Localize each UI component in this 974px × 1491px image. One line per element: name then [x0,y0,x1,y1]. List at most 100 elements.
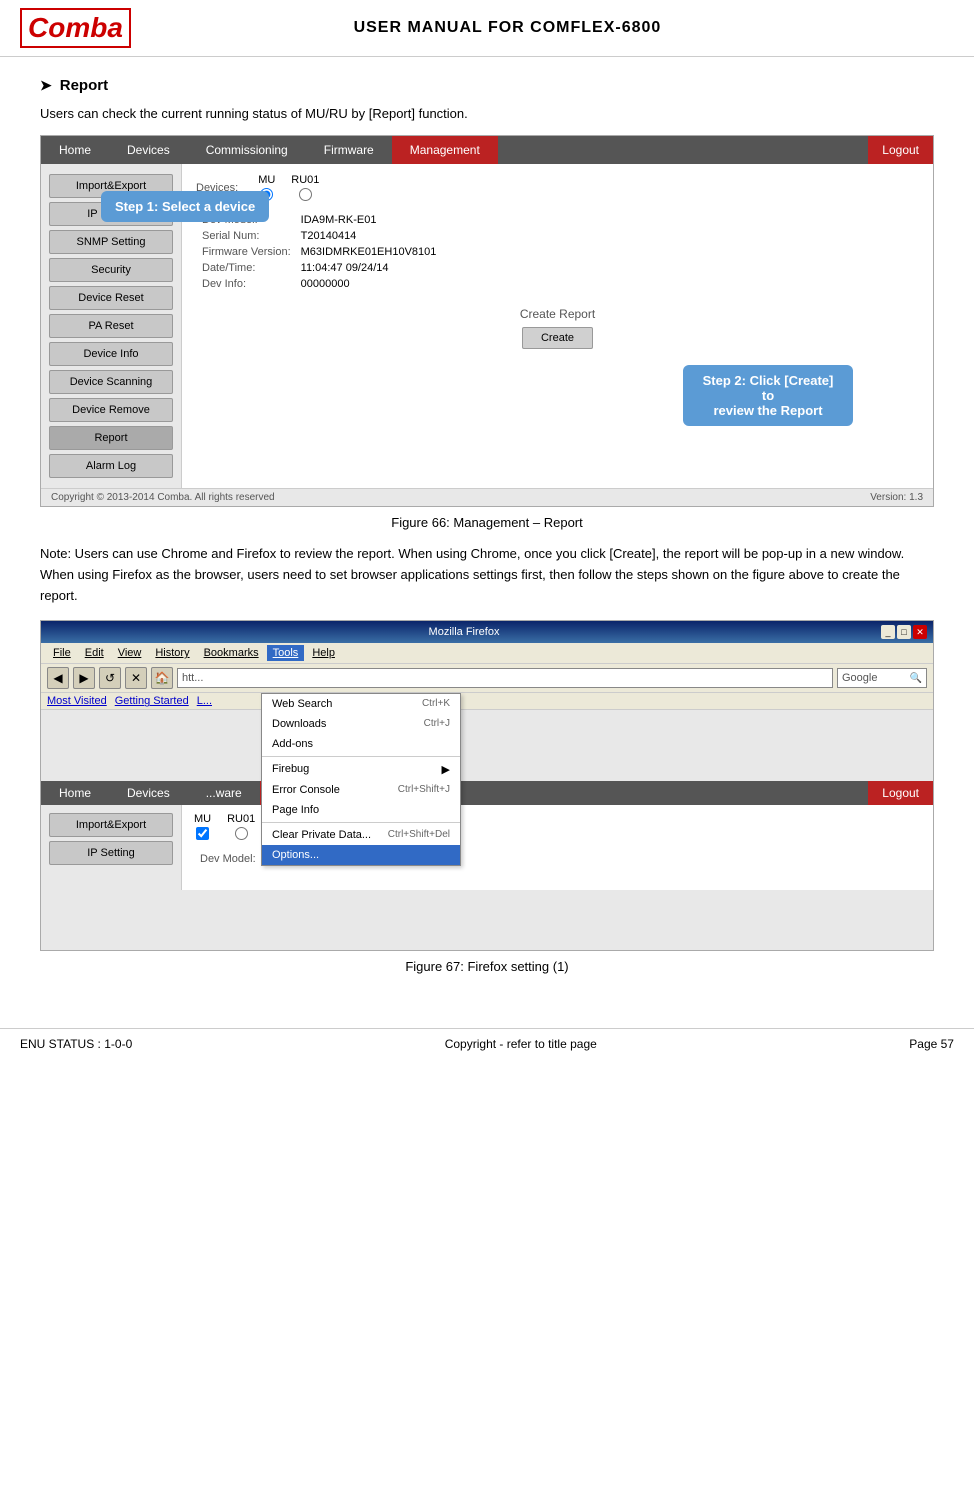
dd-error-console[interactable]: Error Console Ctrl+Shift+J [262,780,460,800]
dd-page-info[interactable]: Page Info [262,800,460,820]
ff-nav-bar: Home Devices ...ware Management Logout [41,781,933,805]
sidebar-btn-device-remove[interactable]: Device Remove [49,398,173,422]
sidebar-btn-device-scanning[interactable]: Device Scanning [49,370,173,394]
dd-clear-private-data[interactable]: Clear Private Data... Ctrl+Shift+Del [262,825,460,845]
ff-bookmark-other[interactable]: L... [197,695,212,707]
ff-menu-tools[interactable]: Tools [267,645,305,661]
dd-web-search-label: Web Search [272,698,332,710]
ff-back-btn[interactable]: ◀ [47,667,69,689]
sidebar-btn-alarm-log[interactable]: Alarm Log [49,454,173,478]
nav-devices[interactable]: Devices [109,136,188,164]
ff-radio-group: MU RU01 [194,813,255,840]
dd-clear-private-data-label: Clear Private Data... [272,829,371,841]
ff-toolbar: ◀ ▶ ↺ ✕ 🏠 htt... Google 🔍 [41,664,933,693]
ff-stop-btn[interactable]: ✕ [125,667,147,689]
ff-menu-history[interactable]: History [149,645,195,661]
nav-logout[interactable]: Logout [868,136,933,164]
ff-refresh-btn[interactable]: ↺ [99,667,121,689]
ff-sidebar-btn-ip[interactable]: IP Setting [49,841,173,865]
dd-addons-label: Add-ons [272,738,313,750]
dd-options-label: Options... [272,849,319,861]
device-info-table: Dev Model: IDA9M-RK-E01 Serial Num: T201… [196,211,442,293]
nav-firmware[interactable]: Firmware [306,136,392,164]
logo-area: Comba [20,8,141,48]
ff-dropdown-menu: Web Search Ctrl+K Downloads Ctrl+J Add-o… [261,693,461,866]
footer-copyright: Copyright © 2013-2014 Comba. All rights … [51,492,275,503]
note-text: Note: Users can use Chrome and Firefox t… [40,544,934,606]
radio-ru01-input[interactable] [299,188,312,201]
nav-commissioning[interactable]: Commissioning [188,136,306,164]
ff-menu-edit[interactable]: Edit [79,645,110,661]
ff-close-btn[interactable]: ✕ [913,625,927,639]
sidebar-btn-security[interactable]: Security [49,258,173,282]
intro-text: Users can check the current running stat… [40,106,934,121]
dev-model-value: IDA9M-RK-E01 [297,213,441,227]
ff-sidebar-btn-import[interactable]: Import&Export [49,813,173,837]
ff-home-btn[interactable]: 🏠 [151,667,173,689]
sidebar-btn-device-info[interactable]: Device Info [49,342,173,366]
ff-search-bar[interactable]: Google 🔍 [837,668,927,688]
dd-addons[interactable]: Add-ons [262,734,460,754]
ff-radio-ru01-radio[interactable] [235,827,248,840]
dd-options[interactable]: Options... [262,845,460,865]
footer-bar: Copyright © 2013-2014 Comba. All rights … [41,488,933,506]
main-area: Devices: MU RU01 [181,164,933,488]
create-report-section: Create Report Create [196,307,919,349]
radio-ru01-label: RU01 [291,174,319,186]
ff-nav-home[interactable]: Home [41,781,109,805]
ff-minimize-btn[interactable]: _ [881,625,895,639]
ff-menu-view[interactable]: View [112,645,148,661]
ff-menu-help[interactable]: Help [306,645,341,661]
ff-maximize-btn[interactable]: □ [897,625,911,639]
ff-menu-file[interactable]: File [47,645,77,661]
footer-version: Version: 1.3 [870,492,923,503]
arrow-bullet: ➤ [40,77,52,94]
firmware-value: M63IDMRKE01EH10V8101 [297,245,441,259]
footer-page: Page 57 [909,1037,954,1051]
sidebar-btn-report[interactable]: Report [49,426,173,450]
sidebar-btn-snmp-setting[interactable]: SNMP Setting [49,230,173,254]
dd-web-search[interactable]: Web Search Ctrl+K [262,694,460,714]
dd-web-search-shortcut: Ctrl+K [422,698,450,710]
dd-downloads-label: Downloads [272,718,326,730]
dd-error-console-shortcut: Ctrl+Shift+J [398,784,450,796]
ff-bookmark-getting-started[interactable]: Getting Started [115,695,189,707]
sidebar-btn-device-reset[interactable]: Device Reset [49,286,173,310]
ff-bookmark-most-visited[interactable]: Most Visited [47,695,107,707]
ff-titlebar: Mozilla Firefox _ □ ✕ [41,621,933,643]
footer-copyright: Copyright - refer to title page [445,1037,597,1051]
dd-firebug-label: Firebug [272,763,309,776]
figure2-caption: Figure 67: Firefox setting (1) [40,959,934,974]
callout-step2: Step 2: Click [Create] to review the Rep… [683,365,853,426]
datetime-value: 11:04:47 09/24/14 [297,261,441,275]
ff-app-body: Home Devices ...ware Management Logout I… [41,710,933,950]
ff-bookmarks-bar: Most Visited Getting Started L... [41,693,933,710]
page-content: ➤ Report Users can check the current run… [0,57,974,1008]
dd-firebug[interactable]: Firebug ▶ [262,759,460,780]
ff-menu-bookmarks[interactable]: Bookmarks [198,645,265,661]
ff-search-text: Google [842,672,877,684]
page-footer: ENU STATUS : 1-0-0 Copyright - refer to … [0,1028,974,1059]
ff-forward-btn[interactable]: ▶ [73,667,95,689]
radio-ru01: RU01 [291,174,319,201]
dd-firebug-arrow: ▶ [442,763,450,776]
nav-home[interactable]: Home [41,136,109,164]
dd-downloads[interactable]: Downloads Ctrl+J [262,714,460,734]
ff-nav-logout[interactable]: Logout [868,781,933,805]
nav-management[interactable]: Management [392,136,498,164]
dd-error-console-label: Error Console [272,784,340,796]
ff-radio-ru01: RU01 [227,813,255,840]
firmware-label: Firmware Version: [198,245,295,259]
logo-text: Comba [28,12,123,43]
figure1-caption: Figure 66: Management – Report [40,515,934,530]
callout-step1: Step 1: Select a device [101,191,269,222]
sidebar-btn-pa-reset[interactable]: PA Reset [49,314,173,338]
ff-radio-mu-check[interactable] [196,827,209,840]
dev-info-value: 00000000 [297,277,441,291]
ff-address-bar[interactable]: htt... [177,668,833,688]
ff-nav-firmware[interactable]: ...ware [188,781,260,805]
ff-radio-ru01-label: RU01 [227,813,255,825]
ff-nav-devices[interactable]: Devices [109,781,188,805]
create-button[interactable]: Create [522,327,593,349]
dd-sep2 [262,822,460,823]
